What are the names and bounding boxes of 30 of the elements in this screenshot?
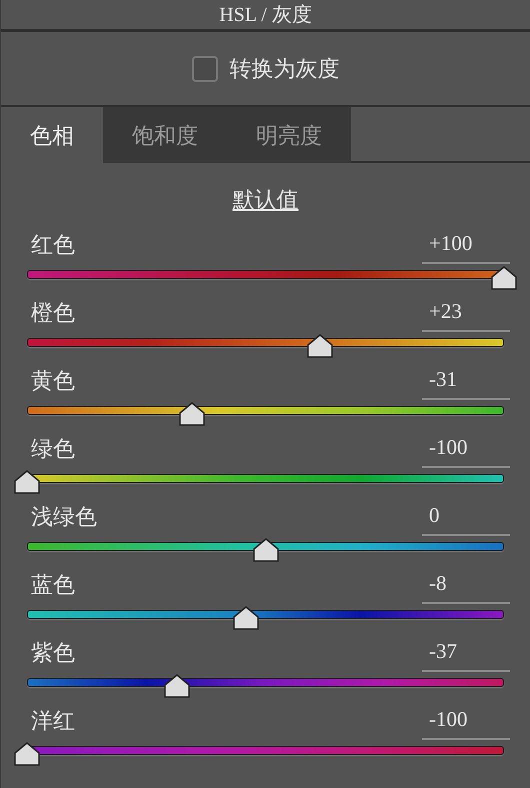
value-field[interactable]: -100 xyxy=(422,702,510,740)
value-field[interactable]: -100 xyxy=(422,430,510,468)
slider-thumb[interactable] xyxy=(233,606,260,630)
value-field[interactable]: -8 xyxy=(422,566,510,604)
slider-thumb[interactable] xyxy=(14,470,40,494)
defaults-link[interactable]: 默认值 xyxy=(232,183,298,216)
slider-label: 蓝色 xyxy=(31,574,75,599)
slider-thumb[interactable] xyxy=(491,266,517,290)
slider-label: 浅绿色 xyxy=(31,506,97,531)
tab[interactable]: 明亮度 xyxy=(227,107,351,163)
value-field[interactable]: +23 xyxy=(422,294,510,332)
slider-thumb[interactable] xyxy=(178,402,205,426)
value-field[interactable]: +100 xyxy=(422,226,510,264)
grayscale-checkbox[interactable] xyxy=(192,56,218,82)
slider-label: 橙色 xyxy=(31,302,75,327)
value-field[interactable]: 0 xyxy=(422,498,510,536)
slider-label: 红色 xyxy=(31,234,75,259)
slider-label: 绿色 xyxy=(31,438,75,463)
slider-label: 紫色 xyxy=(31,642,75,667)
slider-label: 黄色 xyxy=(31,370,75,395)
slider-thumb[interactable] xyxy=(252,538,278,562)
slider-label: 洋红 xyxy=(31,710,75,735)
grayscale-label: 转换为灰度 xyxy=(230,55,340,83)
tab[interactable]: 饱和度 xyxy=(103,107,227,163)
value-field[interactable]: -37 xyxy=(422,634,510,672)
slider-thumb[interactable] xyxy=(164,674,190,698)
value-field[interactable]: -31 xyxy=(422,362,510,400)
panel-title: HSL / 灰度 xyxy=(219,2,312,28)
slider-thumb[interactable] xyxy=(307,334,334,358)
slider-thumb[interactable] xyxy=(14,742,40,766)
